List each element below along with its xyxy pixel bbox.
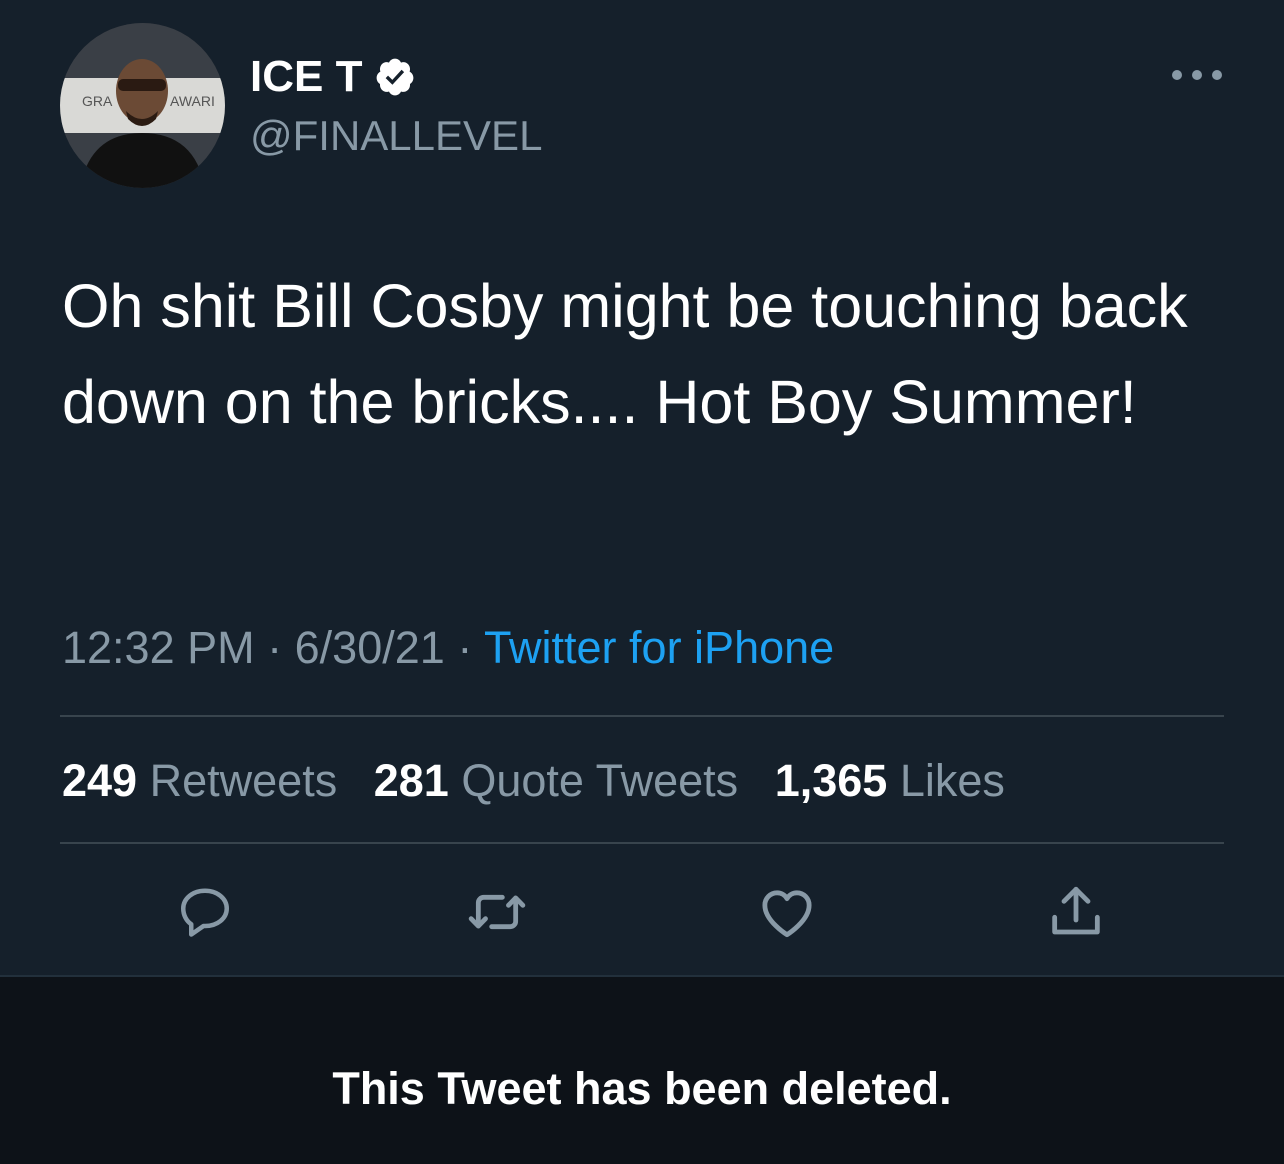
- share-button[interactable]: [1044, 880, 1108, 944]
- verified-badge-icon: [377, 58, 414, 96]
- likes-count: 1,365: [774, 755, 888, 806]
- like-button[interactable]: [755, 880, 819, 944]
- display-name[interactable]: ICE T: [250, 52, 416, 102]
- tweet-actions: [0, 880, 1284, 944]
- tweet-card: GRA AWARI ICE T @FINALLEVEL Oh shit Bill…: [0, 0, 1284, 975]
- tweet-meta: 12:32 PM · 6/30/21 · Twitter for iPhone: [62, 620, 834, 676]
- tweet-date[interactable]: 6/30/21: [295, 622, 445, 673]
- divider: [60, 715, 1224, 717]
- quote-tweets-stat[interactable]: 281 Quote Tweets: [374, 755, 738, 806]
- more-options-icon[interactable]: [1172, 60, 1222, 90]
- tweet-source-link[interactable]: Twitter for iPhone: [484, 622, 834, 673]
- display-name-text: ICE T: [250, 52, 363, 101]
- tweet-stats: 249 Retweets 281 Quote Tweets 1,365 Like…: [62, 753, 1029, 809]
- avatar-backdrop-text-left: GRA: [82, 93, 113, 109]
- deleted-notice-bar: This Tweet has been deleted.: [0, 975, 1284, 1164]
- retweets-stat[interactable]: 249 Retweets: [62, 755, 337, 806]
- retweet-icon: [468, 894, 526, 930]
- retweet-button[interactable]: [465, 880, 529, 944]
- share-icon: [1052, 886, 1100, 935]
- deleted-notice-text: This Tweet has been deleted.: [332, 1063, 952, 1114]
- more-dot: [1172, 70, 1182, 80]
- reply-icon: [181, 888, 229, 937]
- more-dot: [1192, 70, 1202, 80]
- tweet-text: Oh shit Bill Cosby might be touching bac…: [62, 272, 1188, 436]
- likes-stat[interactable]: 1,365 Likes: [775, 755, 1005, 806]
- retweets-count: 249: [62, 755, 138, 806]
- likes-label: Likes: [899, 755, 1005, 806]
- divider: [60, 842, 1224, 844]
- tweet-time: 12:32 PM: [62, 622, 255, 673]
- user-handle[interactable]: @FINALLEVEL: [250, 111, 542, 161]
- meta-separator: ·: [457, 622, 473, 673]
- avatar-backdrop-text-right: AWARI: [170, 93, 215, 109]
- meta-separator: ·: [267, 622, 283, 673]
- avatar[interactable]: GRA AWARI: [60, 23, 225, 188]
- quote-tweets-label: Quote Tweets: [461, 755, 739, 806]
- retweets-label: Retweets: [149, 755, 338, 806]
- avatar-image: GRA AWARI: [60, 23, 225, 188]
- more-dot: [1212, 70, 1222, 80]
- quote-tweets-count: 281: [373, 755, 449, 806]
- heart-icon: [762, 890, 812, 938]
- reply-button[interactable]: [173, 880, 237, 944]
